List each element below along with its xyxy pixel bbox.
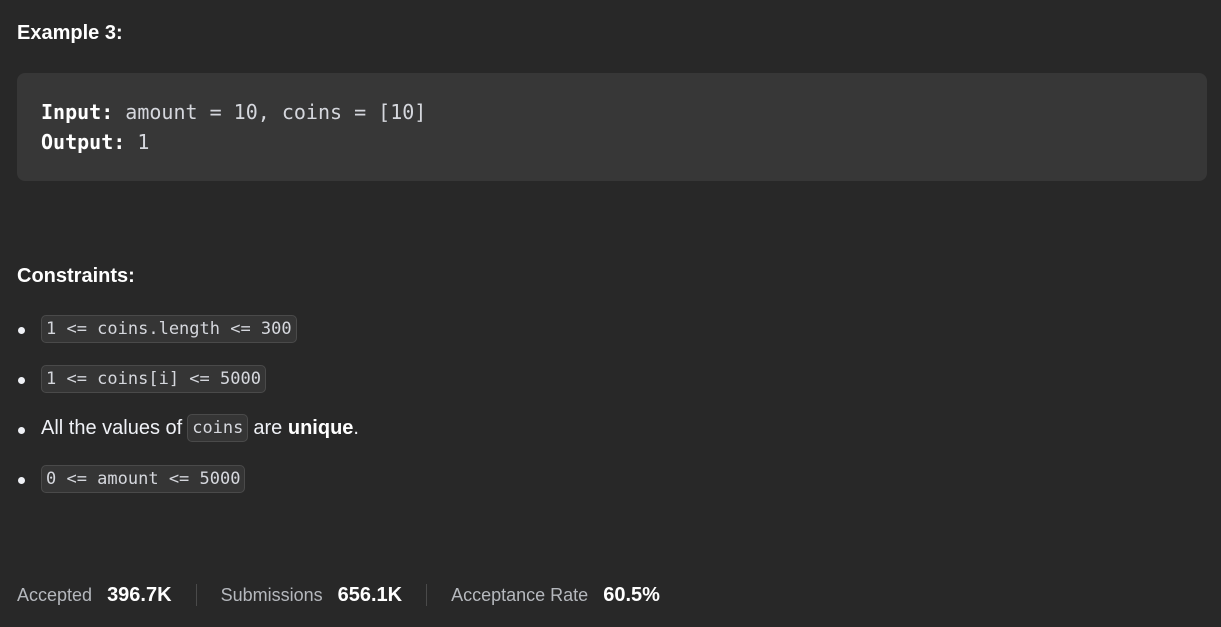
stat-accepted: Accepted 396.7K [17,584,172,607]
constraint-item: 0 <= amount <= 5000 [17,465,359,515]
constraint-strong: unique [287,417,354,439]
stat-divider [426,584,428,606]
example-title: Example 3: [17,22,123,44]
constraints-title: Constraints: [17,265,135,287]
constraint-item: 1 <= coins.length <= 300 [17,315,359,365]
bullet-icon [18,427,25,434]
bullet-icon [18,327,25,334]
acceptance-rate-value: 60.5% [603,583,660,606]
acceptance-rate-label: Acceptance Rate [451,584,589,605]
constraint-text: All the values of coins are unique. [41,413,359,443]
constraint-code: 1 <= coins[i] <= 5000 [41,365,266,393]
constraint-code: 0 <= amount <= 5000 [41,465,246,493]
output-key: Output: [41,130,126,154]
accepted-value: 396.7K [107,583,172,606]
constraint-text-before: All the values of [41,417,183,439]
bullet-icon [18,477,25,484]
constraint-text-after: . [353,417,359,439]
input-value: amount = 10, coins = [10] [113,100,427,124]
stat-submissions: Submissions 656.1K [221,584,403,607]
input-key: Input: [41,100,114,124]
bullet-icon [18,377,25,384]
stat-divider [195,584,197,606]
example-input-line: Input: amount = 10, coins = [10] [41,100,426,124]
constraint-text-mid: are [253,417,283,439]
submissions-value: 656.1K [337,583,403,606]
stat-acceptance-rate: Acceptance Rate 60.5% [451,584,660,607]
submission-stats: Accepted 396.7K Submissions 656.1K Accep… [17,582,660,608]
problem-description-page: Example 3: Input: amount = 10, coins = [… [0,0,1221,627]
constraint-item: All the values of coins are unique. [17,413,359,465]
accepted-label: Accepted [17,584,93,605]
example-code-block: Input: amount = 10, coins = [10] Output:… [17,73,1207,181]
example-output-line: Output: 1 [41,130,149,154]
submissions-label: Submissions [220,584,323,605]
constraint-code: coins [187,414,249,442]
constraints-list: 1 <= coins.length <= 300 1 <= coins[i] <… [17,315,359,515]
constraint-code: 1 <= coins.length <= 300 [41,315,297,343]
output-value: 1 [125,130,150,154]
constraint-item: 1 <= coins[i] <= 5000 [17,365,359,415]
